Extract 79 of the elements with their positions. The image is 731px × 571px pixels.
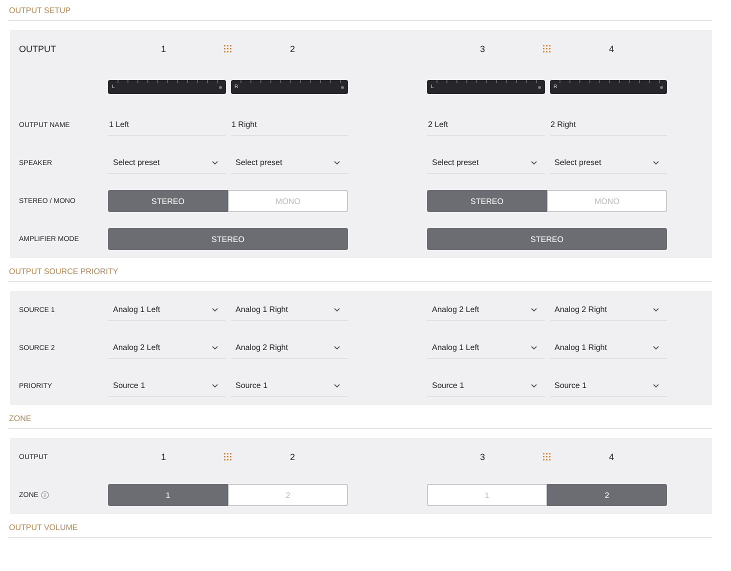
dropdown-value: Select preset <box>432 158 479 167</box>
dropdown-value: Analog 2 Left <box>432 305 480 314</box>
chevron-down-icon <box>212 384 218 388</box>
chevron-down-icon <box>530 160 536 164</box>
output-number: 2 <box>288 44 296 54</box>
dropdown[interactable]: Analog 1 Right <box>550 338 667 358</box>
dropdown-value: Analog 2 Right <box>554 305 607 314</box>
chevron-down-icon <box>653 160 659 164</box>
dropdown-value: Analog 2 Right <box>236 343 288 352</box>
dropdown[interactable]: Source 1 <box>427 376 544 396</box>
output-number: 3 <box>478 44 486 54</box>
text-field[interactable]: 1 Right <box>230 114 348 136</box>
dropdown[interactable]: Source 1 <box>108 376 226 396</box>
dropdown-value: Analog 2 Left <box>113 343 160 352</box>
chevron-down-icon <box>334 384 340 388</box>
chevron-down-icon <box>653 346 659 350</box>
dropdown-value: Analog 1 Left <box>113 305 160 314</box>
dropdown-value: Analog 1 Right <box>236 305 288 314</box>
dropdown-value: Analog 1 Left <box>432 343 480 352</box>
chevron-down-icon <box>334 160 340 164</box>
output-number: 2 <box>288 452 296 462</box>
chevron-down-icon <box>212 160 218 164</box>
segment-option[interactable]: STEREO <box>108 190 228 212</box>
chevron-down-icon <box>212 308 218 312</box>
dropdown[interactable]: Select preset <box>230 152 348 174</box>
section-title: ZONE <box>8 413 32 424</box>
dropdown[interactable]: Select preset <box>550 152 667 174</box>
mode-button[interactable]: STEREO <box>427 228 667 250</box>
link-icon <box>224 45 232 53</box>
output-number: 1 <box>160 452 167 462</box>
section-title: OUTPUT SOURCE PRIORITY <box>8 266 120 277</box>
chevron-down-icon <box>212 346 218 350</box>
text-field[interactable]: 2 Left <box>427 114 544 136</box>
link-icon <box>543 453 551 461</box>
dropdown-value: Select preset <box>236 158 282 167</box>
segment-option[interactable]: 2 <box>547 484 667 506</box>
dropdown[interactable]: Analog 1 Right <box>230 300 348 320</box>
dropdown-value: Analog 1 Right <box>554 343 607 352</box>
dropdown-value: Source 1 <box>554 381 587 390</box>
meter-end-icon <box>538 86 540 88</box>
chevron-down-icon <box>653 308 659 312</box>
text-field[interactable]: 1 Left <box>108 114 226 136</box>
section-title: OUTPUT SETUP <box>8 5 72 16</box>
dropdown-value: Select preset <box>113 158 160 167</box>
output-number: 4 <box>608 44 615 54</box>
segment-option[interactable]: STEREO <box>427 190 547 212</box>
segment-option[interactable]: 1 <box>108 484 228 506</box>
section-title: OUTPUT VOLUME <box>8 522 79 533</box>
output-number: 4 <box>608 452 615 462</box>
dropdown[interactable]: Source 1 <box>550 376 667 396</box>
dropdown-value: Source 1 <box>432 381 464 390</box>
chevron-down-icon <box>530 346 536 350</box>
dropdown[interactable]: Analog 2 Left <box>427 300 544 320</box>
row-label: OUTPUT <box>19 44 56 54</box>
dropdown[interactable]: Select preset <box>427 152 544 174</box>
dropdown-value: Source 1 <box>113 381 146 390</box>
meter-end-icon <box>660 86 663 88</box>
meter-end-icon <box>341 86 344 88</box>
dropdown[interactable]: Analog 2 Right <box>550 300 667 320</box>
link-icon <box>543 45 551 53</box>
link-icon <box>224 453 232 461</box>
meter-end-icon <box>218 86 222 88</box>
dropdown[interactable]: Select preset <box>108 152 226 174</box>
dropdown[interactable]: Analog 2 Right <box>230 338 348 358</box>
chevron-down-icon <box>653 384 659 388</box>
chevron-down-icon <box>530 384 536 388</box>
dropdown[interactable]: Analog 2 Left <box>108 338 226 358</box>
text-field[interactable]: 2 Right <box>550 114 667 136</box>
dropdown[interactable]: Analog 1 Left <box>427 338 544 358</box>
output-number: 3 <box>478 452 486 462</box>
chevron-down-icon <box>334 346 340 350</box>
chevron-down-icon <box>334 308 340 312</box>
dropdown[interactable]: Analog 1 Left <box>108 300 226 320</box>
mode-button[interactable]: STEREO <box>108 228 348 250</box>
chevron-down-icon <box>530 308 536 312</box>
output-number: 1 <box>160 44 167 54</box>
dropdown-value: Source 1 <box>236 381 268 390</box>
dropdown[interactable]: Source 1 <box>230 376 348 396</box>
dropdown-value: Select preset <box>554 158 602 167</box>
